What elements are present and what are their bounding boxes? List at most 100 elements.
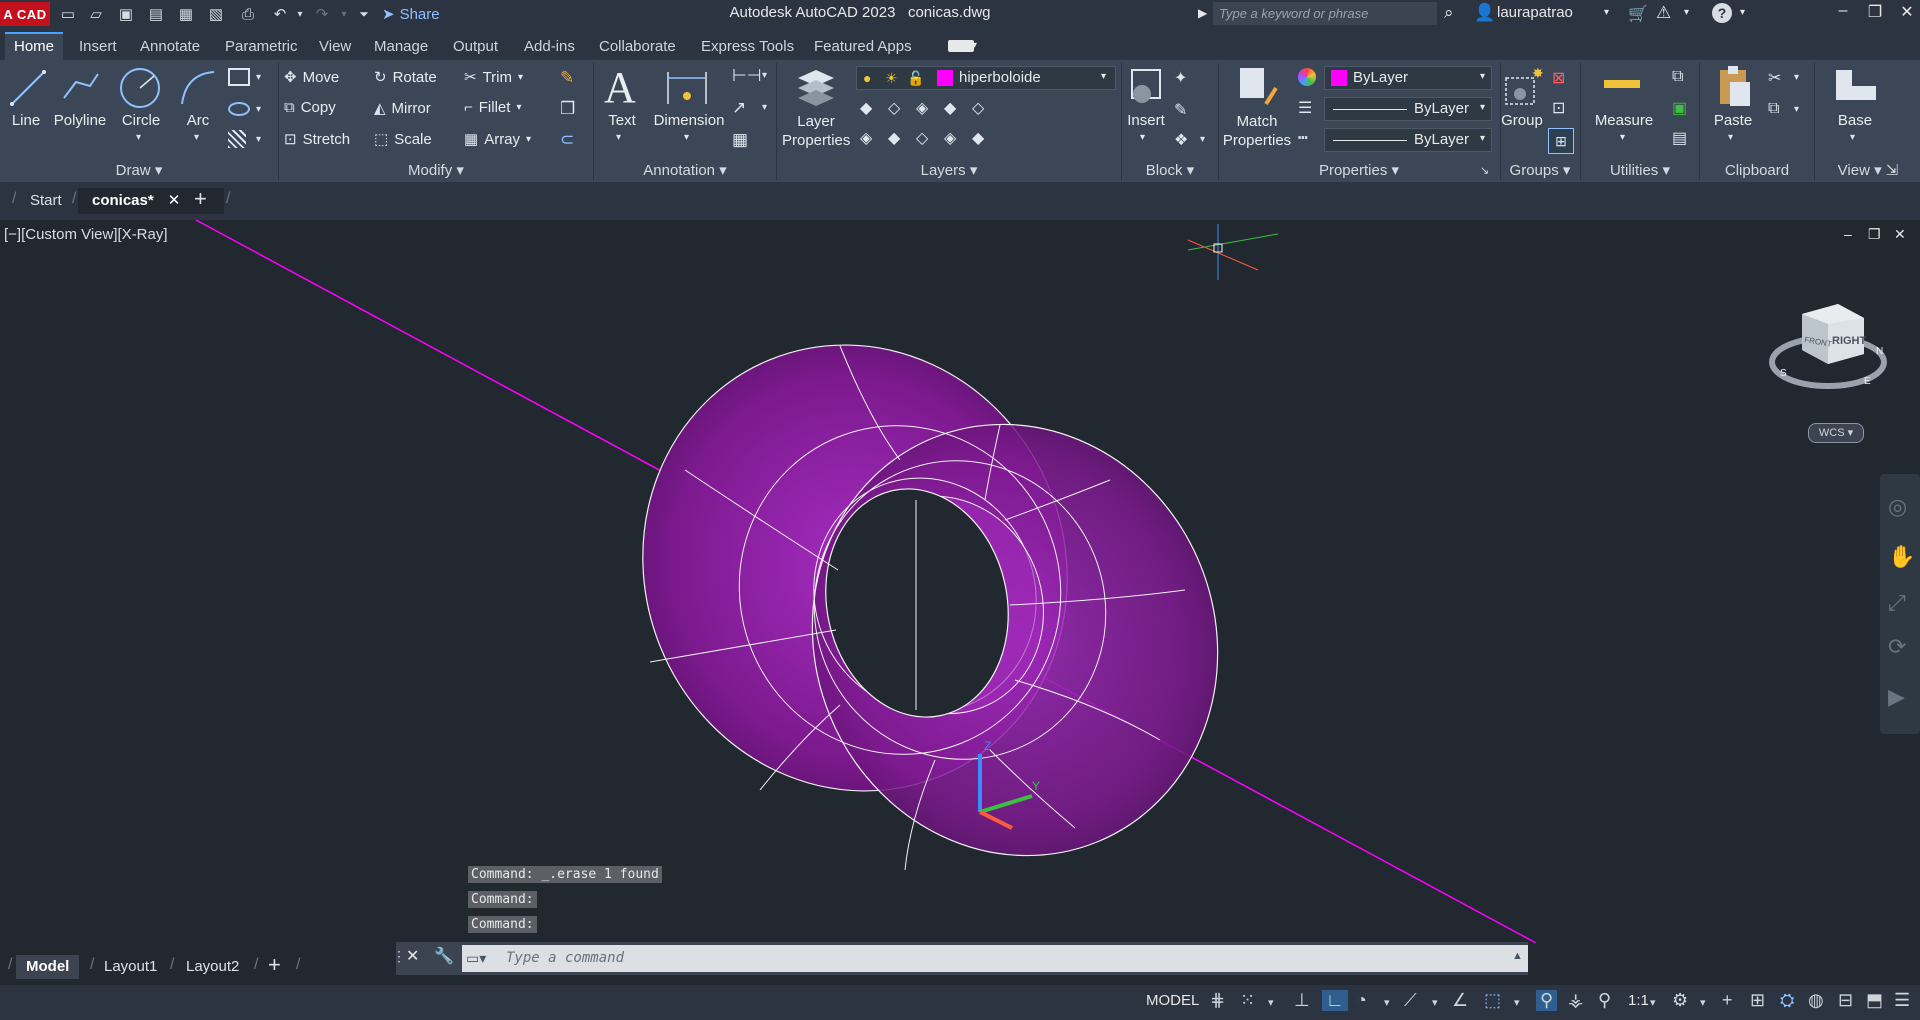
- help-icon[interactable]: ?: [1712, 3, 1732, 23]
- print-icon[interactable]: ⎙: [238, 4, 258, 24]
- attribute-dropdown-icon[interactable]: ▾: [1200, 134, 1205, 145]
- view-panel-title[interactable]: View ▾ ⇲: [1816, 160, 1920, 182]
- help-dropdown-icon[interactable]: ▾: [1740, 7, 1745, 18]
- steering-wheel-icon[interactable]: ◎: [1888, 494, 1907, 520]
- measure-button[interactable]: Measure: [1590, 112, 1658, 129]
- command-history-toggle-icon[interactable]: ▲: [1512, 950, 1523, 962]
- block-panel-title[interactable]: Block ▾: [1122, 160, 1218, 182]
- select-all-icon[interactable]: ▣: [1672, 98, 1687, 118]
- save-as-icon[interactable]: ▤: [146, 4, 166, 24]
- copy-button[interactable]: ⧉ Copy: [284, 99, 336, 116]
- polar-dropdown-icon[interactable]: ▾: [1384, 996, 1390, 1009]
- insert-button[interactable]: Insert: [1122, 112, 1170, 129]
- app-dropdown-icon[interactable]: ▾: [1684, 7, 1689, 18]
- customize-command-icon[interactable]: 🔧: [434, 946, 454, 966]
- calculator-icon[interactable]: ▤: [1672, 128, 1687, 148]
- isolate-objects-icon[interactable]: ◍: [1808, 990, 1824, 1011]
- quick-properties-icon[interactable]: ⛭: [1780, 990, 1794, 1011]
- arc-button[interactable]: Arc: [178, 112, 218, 129]
- object-snap-dropdown-icon[interactable]: ▾: [1514, 996, 1520, 1009]
- expand-search-icon[interactable]: ▶: [1198, 6, 1207, 20]
- layer-tool-5-icon[interactable]: ◇: [972, 98, 984, 118]
- app-menu-button[interactable]: A CAD: [0, 2, 50, 26]
- polar-tracking-icon[interactable]: ◔: [1356, 990, 1367, 1011]
- rotate-button[interactable]: ↻ Rotate: [374, 68, 437, 87]
- trim-button[interactable]: ✂ Trim ▾: [464, 68, 523, 87]
- copy-clip-icon[interactable]: ⧉: [1768, 100, 1779, 118]
- tab-annotate[interactable]: Annotate: [131, 34, 209, 60]
- layer-tool-7-icon[interactable]: ◆: [888, 128, 900, 148]
- annotation-monitor-icon[interactable]: +: [1722, 990, 1733, 1011]
- attribute-icon[interactable]: ❖: [1174, 130, 1188, 150]
- viewcube[interactable]: RIGHT FRONT S E N: [1768, 292, 1888, 402]
- quick-select-icon[interactable]: ⧉: [1672, 68, 1683, 86]
- tab-layout2[interactable]: Layout2: [176, 955, 249, 979]
- isometric-icon[interactable]: ⟋: [1404, 990, 1417, 1011]
- tab-insert[interactable]: Insert: [70, 34, 126, 60]
- dimension-dropdown-icon[interactable]: ▾: [684, 132, 689, 143]
- lineweight-dropdown[interactable]: ByLayer ▾: [1324, 97, 1492, 121]
- layer-tool-2-icon[interactable]: ◇: [888, 98, 900, 118]
- stretch-button[interactable]: ⊡ Stretch: [284, 130, 350, 149]
- object-snap-icon[interactable]: ⬚: [1484, 990, 1501, 1011]
- workspace-gear-icon[interactable]: ⚙: [1672, 990, 1688, 1011]
- autodesk-app-icon[interactable]: ⚠: [1656, 3, 1671, 23]
- layer-tool-3-icon[interactable]: ◈: [916, 98, 928, 118]
- infer-constraints-icon[interactable]: ⊥: [1294, 990, 1310, 1011]
- ellipse-dropdown-icon[interactable]: ▾: [256, 104, 261, 115]
- object-snap-tracking-icon[interactable]: ∠: [1452, 990, 1468, 1011]
- viewport-close-icon[interactable]: ✕: [1894, 226, 1906, 243]
- pan-icon[interactable]: ✋: [1888, 544, 1915, 570]
- new-tab-icon[interactable]: +: [194, 186, 207, 212]
- edit-block-icon[interactable]: ✎: [1174, 100, 1187, 120]
- command-input[interactable]: Type a command: [462, 945, 1528, 972]
- zoom-extents-icon[interactable]: ⤢: [1888, 590, 1906, 616]
- orbit-icon[interactable]: ⟳: [1888, 634, 1906, 660]
- base-button[interactable]: Base: [1828, 112, 1882, 129]
- layer-tool-6-icon[interactable]: ◈: [860, 128, 872, 148]
- paste-dropdown-icon[interactable]: ▾: [1728, 132, 1733, 143]
- polyline-button[interactable]: Polyline: [50, 112, 110, 129]
- layer-tool-9-icon[interactable]: ◈: [944, 128, 956, 148]
- cut-icon[interactable]: ✂: [1768, 68, 1781, 88]
- fillet-button[interactable]: ⌐ Fillet ▾: [464, 99, 521, 116]
- color-dropdown[interactable]: ByLayer ▾: [1324, 66, 1492, 90]
- array-button[interactable]: ▦ Array ▾: [464, 130, 531, 149]
- snap-dropdown-icon[interactable]: ▾: [1268, 996, 1274, 1009]
- tab-collaborate[interactable]: Collaborate: [590, 34, 685, 60]
- tab-manage[interactable]: Manage: [365, 34, 437, 60]
- layer-tool-10-icon[interactable]: ◆: [972, 128, 984, 148]
- scale-button[interactable]: ⬚ Scale: [374, 130, 432, 149]
- model-space-toggle[interactable]: MODEL: [1146, 992, 1199, 1009]
- table-icon[interactable]: ▦: [732, 130, 748, 150]
- cut-dropdown-icon[interactable]: ▾: [1794, 72, 1799, 83]
- close-command-line-icon[interactable]: ✕: [406, 946, 419, 966]
- ellipse-icon[interactable]: [228, 102, 250, 116]
- leader-dropdown-icon[interactable]: ▾: [762, 102, 767, 113]
- grid-icon[interactable]: ⋕: [1210, 990, 1225, 1011]
- viewport-restore-icon[interactable]: ❐: [1868, 226, 1881, 243]
- scale-dropdown-icon[interactable]: ▾: [1650, 996, 1656, 1009]
- linear-dimension-icon[interactable]: ⊢⊣: [732, 66, 762, 86]
- customization-menu-icon[interactable]: ☰: [1894, 990, 1910, 1011]
- drawing-viewport[interactable]: Z Y: [0, 218, 1920, 943]
- ribbon-options-dropdown-icon[interactable]: ▾: [972, 40, 977, 51]
- redo-icon[interactable]: ↷: [312, 4, 332, 24]
- wcs-menu[interactable]: WCS ▾: [1808, 423, 1864, 443]
- erase-icon[interactable]: ✎: [560, 68, 574, 88]
- import-icon[interactable]: ▦: [176, 4, 196, 24]
- restore-icon[interactable]: ❐: [1862, 2, 1888, 24]
- text-button[interactable]: Text: [602, 112, 642, 129]
- customize-quick-access-icon[interactable]: ⏷: [354, 4, 374, 24]
- base-dropdown-icon[interactable]: ▾: [1850, 132, 1855, 143]
- auto-scale-icon[interactable]: ⚶: [1568, 990, 1583, 1011]
- isometric-dropdown-icon[interactable]: ▾: [1432, 996, 1438, 1009]
- minimize-icon[interactable]: –: [1830, 2, 1856, 24]
- properties-launcher-icon[interactable]: ↘: [1480, 164, 1489, 177]
- leader-icon[interactable]: ↗: [732, 98, 746, 118]
- tab-featured-apps[interactable]: Featured Apps: [805, 34, 921, 60]
- undo-dropdown-icon[interactable]: ▾: [290, 4, 310, 24]
- properties-panel-title[interactable]: Properties ▾: [1219, 160, 1499, 182]
- close-icon[interactable]: ✕: [1894, 2, 1920, 24]
- open-icon[interactable]: ▱: [86, 4, 106, 24]
